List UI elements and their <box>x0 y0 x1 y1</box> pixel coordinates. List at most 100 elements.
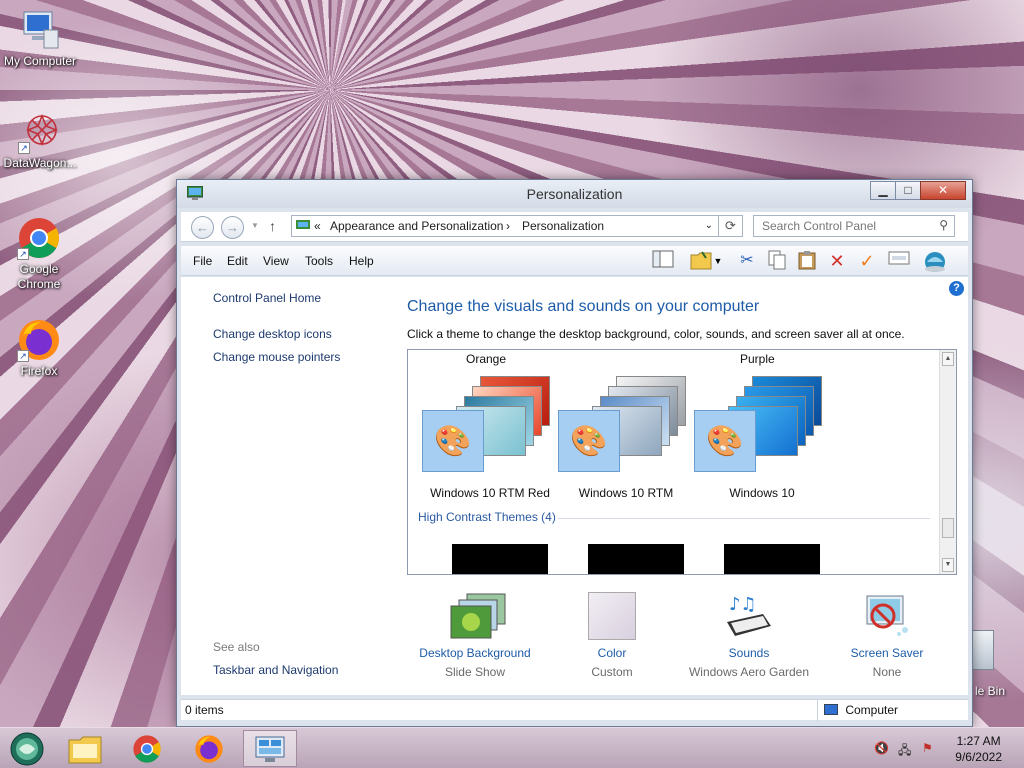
breadcrumb-separator[interactable]: › <box>506 219 510 233</box>
status-location: Computer <box>817 700 904 721</box>
refresh-button[interactable]: ⟳ <box>719 215 743 237</box>
taskbar-control-panel[interactable] <box>243 730 297 767</box>
back-button[interactable]: ← <box>191 216 214 239</box>
svg-text:♪♫: ♪♫ <box>729 594 757 615</box>
themes-globe-icon[interactable] <box>923 250 947 272</box>
window-controls: ▁ □ ✕ <box>870 181 966 200</box>
menu-edit[interactable]: Edit <box>227 254 248 268</box>
control-panel-icon <box>255 736 285 762</box>
network-icon[interactable]: 🖧 <box>898 741 911 762</box>
desktop-icon-datawagon[interactable]: ↗ DataWagon... <box>0 110 80 171</box>
shortcut-arrow-icon: ↗ <box>17 350 29 362</box>
copy-icon[interactable] <box>765 250 789 272</box>
scroll-up-arrow-icon[interactable]: ▲ <box>942 352 954 366</box>
title-bar[interactable]: Personalization ▁ □ ✕ <box>177 180 972 208</box>
menu-file[interactable]: File <box>193 254 212 268</box>
search-placeholder: Search Control Panel <box>762 219 877 233</box>
high-contrast-theme-1[interactable] <box>452 544 548 574</box>
personalization-window: Personalization ▁ □ ✕ ← → ▼ ↑ « Appearan… <box>176 179 973 727</box>
action-center-flag-icon[interactable]: ⚑ <box>922 741 933 755</box>
desktop-icon-label: DataWagon... <box>3 156 77 170</box>
themes-list: Orange Purple 🎨 Windows 10 RTM Red 🎨 Win… <box>407 349 957 575</box>
themes-scrollbar[interactable]: ▲ ▼ <box>939 350 956 574</box>
desktop-icon-my-computer[interactable]: My Computer <box>0 8 80 69</box>
system-clock[interactable]: 1:27 AM 9/6/2022 <box>955 733 1002 765</box>
setting-value: Custom <box>591 665 633 679</box>
see-also-header: See also <box>213 640 260 654</box>
firefox-icon: ↗ <box>17 318 61 362</box>
help-icon[interactable]: ? <box>949 281 964 296</box>
clock-date: 9/6/2022 <box>955 750 1002 764</box>
theme-name: Windows 10 <box>729 486 795 500</box>
volume-muted-icon[interactable]: 🔇 <box>874 741 889 755</box>
preview-pane-icon[interactable] <box>651 250 675 272</box>
setting-value: Slide Show <box>444 665 506 679</box>
high-contrast-theme-2[interactable] <box>588 544 684 574</box>
color-swatch-icon <box>588 592 636 640</box>
computer-small-icon <box>824 704 838 715</box>
folder-options-icon[interactable] <box>689 250 713 272</box>
link-control-panel-home[interactable]: Control Panel Home <box>213 291 321 305</box>
setting-label[interactable]: Color <box>542 646 682 660</box>
theme-label-orange[interactable]: Orange <box>466 352 506 366</box>
address-dropdown-icon[interactable]: ⌄ <box>705 220 713 231</box>
taskbar-firefox[interactable] <box>182 730 236 767</box>
paste-icon[interactable] <box>795 250 819 272</box>
close-button[interactable]: ✕ <box>920 181 966 200</box>
high-contrast-theme-3[interactable] <box>724 544 820 574</box>
color-palette-icon: 🎨 <box>558 410 620 472</box>
address-overflow-icon[interactable]: « <box>314 219 321 233</box>
sounds-setting[interactable]: ♪♫ Sounds Windows Aero Garden <box>679 592 819 679</box>
rename-icon[interactable] <box>887 250 911 272</box>
forward-button[interactable]: → <box>221 216 244 239</box>
search-input[interactable]: Search Control Panel ⚲ <box>753 215 955 237</box>
organize-dropdown-icon[interactable]: ▼ <box>711 250 725 272</box>
desktop-icon-label: Firefox <box>20 364 58 378</box>
folder-icon <box>68 736 102 764</box>
recycle-bin-icon <box>972 630 994 670</box>
taskbar-file-explorer[interactable] <box>58 730 112 767</box>
screen-saver-icon <box>861 592 913 640</box>
breadcrumb-personalization[interactable]: Personalization <box>522 219 604 233</box>
maximize-button[interactable]: □ <box>895 181 921 200</box>
control-panel-icon <box>296 220 310 229</box>
chrome-icon: ↗ <box>17 216 61 260</box>
scroll-down-arrow-icon[interactable]: ▼ <box>942 558 954 572</box>
address-bar[interactable]: « Appearance and Personalization › Perso… <box>291 215 719 237</box>
setting-label[interactable]: Desktop Background <box>405 646 545 660</box>
menu-bar: File Edit View Tools Help ▼ ✂ ✕ ✓ <box>181 246 968 276</box>
recent-pages-dropdown-icon[interactable]: ▼ <box>251 221 259 230</box>
desktop-icon-label: My Computer <box>3 54 77 68</box>
menu-tools[interactable]: Tools <box>305 254 333 268</box>
high-contrast-group-header[interactable]: High Contrast Themes (4) <box>418 510 556 524</box>
taskbar-chrome[interactable] <box>120 730 174 767</box>
desktop-icon-recycle-bin[interactable]: le Bin <box>972 630 1024 700</box>
setting-label[interactable]: Screen Saver <box>817 646 957 660</box>
desktop-icon-google-chrome[interactable]: ↗ Google Chrome <box>0 216 79 292</box>
minimize-button[interactable]: ▁ <box>870 181 896 200</box>
screen-saver-setting[interactable]: Screen Saver None <box>817 592 957 679</box>
theme-windows-10-rtm-red[interactable]: 🎨 Windows 10 RTM Red <box>422 376 558 500</box>
menu-help[interactable]: Help <box>349 254 374 268</box>
setting-label[interactable]: Sounds <box>679 646 819 660</box>
cut-icon[interactable]: ✂ <box>735 250 759 272</box>
scroll-thumb[interactable] <box>942 518 954 538</box>
shortcut-arrow-icon: ↗ <box>18 142 30 154</box>
up-arrow-icon[interactable]: ↑ <box>269 218 276 234</box>
theme-windows-10-rtm[interactable]: 🎨 Windows 10 RTM <box>558 376 694 500</box>
clock-time: 1:27 AM <box>956 734 1001 748</box>
link-change-mouse-pointers[interactable]: Change mouse pointers <box>213 350 340 364</box>
link-change-desktop-icons[interactable]: Change desktop icons <box>213 327 332 341</box>
breadcrumb-appearance[interactable]: Appearance and Personalization <box>330 219 503 233</box>
delete-icon[interactable]: ✕ <box>825 250 849 272</box>
menu-view[interactable]: View <box>263 254 289 268</box>
theme-windows-10[interactable]: 🎨 Windows 10 <box>694 376 830 500</box>
link-taskbar-and-navigation[interactable]: Taskbar and Navigation <box>213 663 338 677</box>
properties-check-icon[interactable]: ✓ <box>855 250 879 272</box>
desktop-icon-firefox[interactable]: ↗ Firefox <box>0 318 79 379</box>
desktop-background-setting[interactable]: Desktop Background Slide Show <box>405 592 545 679</box>
theme-label-purple[interactable]: Purple <box>740 352 775 366</box>
color-setting[interactable]: Color Custom <box>542 592 682 679</box>
group-divider <box>558 518 930 519</box>
start-button[interactable] <box>0 730 54 767</box>
